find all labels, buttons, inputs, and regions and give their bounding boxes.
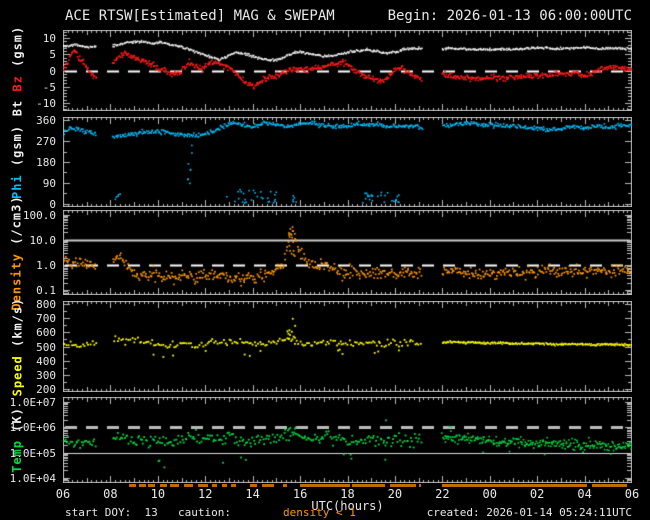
axis-label-segment: Bt xyxy=(10,91,24,116)
axis-label-segment: (/cm3) xyxy=(10,194,24,253)
axis-label-segment: Bz xyxy=(10,74,24,92)
plot-title: ACE RTSW[Estimated] MAG & SWEPAM xyxy=(65,8,335,24)
caution-value: density < 1 xyxy=(283,506,356,519)
xtick-label: 06 xyxy=(624,487,640,501)
caution-bar-segment xyxy=(129,484,137,487)
panel-density xyxy=(63,210,632,295)
xtick-label: 06 xyxy=(55,487,71,501)
temp-axis-label-text: Temp (K) xyxy=(10,407,24,473)
phi-axis-label-text: Phi (gsm) xyxy=(10,125,24,199)
axis-label-segment: (gsm) xyxy=(10,25,24,75)
xtick-label: 00 xyxy=(482,487,497,501)
xtick-label: 02 xyxy=(529,487,545,501)
caution-bar-segment xyxy=(198,484,208,487)
speed-axis-label-text: Speed (km/s) xyxy=(10,297,24,396)
axis-label-segment: Speed xyxy=(10,354,25,396)
xtick-label: 14 xyxy=(245,487,260,501)
xtick-label: 04 xyxy=(577,487,592,501)
axis-label-segment: (gsm) xyxy=(10,124,25,175)
xtick-label: 10 xyxy=(150,487,166,501)
caution-bar-segment xyxy=(442,484,587,487)
phi-plot-canvas xyxy=(63,117,632,207)
panel-phi xyxy=(63,117,632,207)
axis-label-segment: (km/s) xyxy=(10,297,25,355)
caution-bar-segment xyxy=(262,484,274,487)
temp-axis-label: Temp (K) xyxy=(0,397,34,483)
caution-bar-segment xyxy=(591,484,628,487)
xtick-label: 20 xyxy=(387,487,403,501)
xtick-label: 22 xyxy=(435,487,450,501)
density-plot-canvas xyxy=(63,210,632,295)
temp-plot-canvas xyxy=(63,397,632,483)
caution-bar-segment xyxy=(418,484,422,487)
caution-bar-segment xyxy=(283,484,288,487)
caution-bar-segment xyxy=(352,484,386,487)
phi-axis-label: Phi (gsm) xyxy=(0,117,34,207)
panel-mag xyxy=(63,30,632,111)
axis-label-segment: Temp xyxy=(10,440,24,473)
caution-bar-segment xyxy=(183,484,194,487)
mag-axis-label: Bt Bz (gsm) xyxy=(0,25,34,116)
caution-bar-segment xyxy=(221,484,227,487)
created-timestamp: created: 2026-01-14 05:24:11UTC xyxy=(426,506,632,519)
caution-bar-segment xyxy=(138,484,146,487)
xtick-label: 08 xyxy=(103,487,118,501)
speed-plot-canvas xyxy=(63,301,632,392)
caution-bar-segment xyxy=(390,484,417,487)
xtick-label: 18 xyxy=(340,487,355,501)
density-axis-label: Density (/cm3) xyxy=(0,195,34,310)
caution-bar-segment xyxy=(212,484,218,487)
caution-bar-segment xyxy=(169,484,180,487)
caution-bar-segment xyxy=(300,484,350,487)
begin-timestamp: Begin: 2026-01-13 06:00:00UTC xyxy=(387,8,632,24)
xtick-label: 12 xyxy=(198,487,213,501)
speed-axis-label: Speed (km/s) xyxy=(0,297,34,396)
mag-plot-canvas xyxy=(63,30,632,111)
caution-bar-segment xyxy=(231,484,237,487)
panel-speed xyxy=(63,301,632,392)
panel-temp xyxy=(63,397,632,483)
density-axis-label-text: Density (/cm3) xyxy=(10,195,24,310)
caution-bar-segment xyxy=(250,484,258,487)
caution-bar-segment xyxy=(148,484,156,487)
caution-bar-segment xyxy=(160,484,168,487)
axis-label-segment: (K) xyxy=(10,407,24,440)
ace-rtsw-plot: ACE RTSW[Estimated] MAG & SWEPAM Begin: … xyxy=(0,0,650,520)
start-doy-label: start DOY: 13 xyxy=(65,506,158,519)
xtick-label: 16 xyxy=(292,487,308,501)
mag-axis-label-text: Bt Bz (gsm) xyxy=(10,25,24,116)
caution-label: caution: xyxy=(178,506,231,519)
